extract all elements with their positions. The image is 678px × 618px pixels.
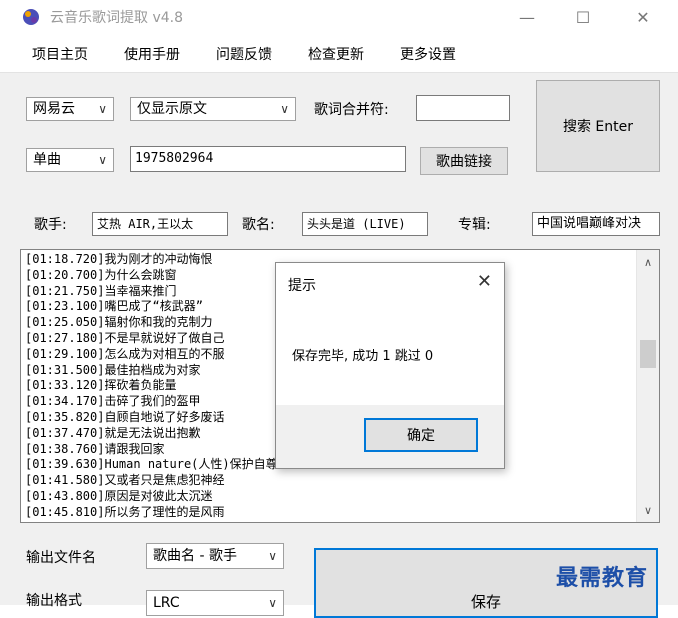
menu-check-update[interactable]: 检查更新 [308,44,364,64]
output-format-value: LRC [153,595,180,611]
maximize-button[interactable]: ☐ [560,0,606,34]
lyric-line: [01:45.810]所以务了理性的是风雨 [25,504,225,519]
save-result-dialog: 提示 ✕ 保存完毕, 成功 1 跳过 0 确定 [275,262,505,469]
lyric-line: [01:21.750]当幸福来推门 [25,283,177,298]
close-icon: ✕ [636,7,650,27]
lyrics-scrollbar[interactable]: ∧ ∨ [636,250,659,522]
app-window: 云音乐歌词提取 v4.8 — ☐ ✕ 项目主页 使用手册 问题反馈 检查更新 更… [0,0,678,618]
dialog-ok-label: 确定 [407,428,435,444]
source-select[interactable]: 网易云 ∨ [26,97,114,121]
lyric-line: [01:31.500]最佳拍档成为对家 [25,362,201,377]
lyric-line: [01:27.180]不是早就说好了做自己 [25,330,225,345]
lyric-line: [01:29.100]怎么成为对相互的不服 [25,346,225,361]
song-name-label: 歌名: [242,217,275,233]
search-button-label: 搜索 Enter [562,119,634,135]
dialog-title: 提示 [288,278,316,294]
app-logo-icon [23,9,39,25]
chevron-down-icon: ∨ [98,102,107,116]
album-label: 专辑: [458,217,491,233]
type-select-value: 单曲 [33,152,61,168]
song-id-input[interactable]: 1975802964 [130,146,406,172]
lyric-line: [01:38.760]请跟我回家 [25,441,165,456]
chevron-down-icon: ∨ [268,596,277,610]
menu-manual[interactable]: 使用手册 [124,44,180,64]
lyric-line: [01:18.720]我为刚才的冲动悔恨 [25,252,213,266]
scroll-down-icon[interactable]: ∨ [637,500,659,520]
dialog-message: 保存完毕, 成功 1 跳过 0 [292,349,434,364]
menu-feedback[interactable]: 问题反馈 [216,44,272,64]
song-link-button-label: 歌曲链接 [436,154,492,170]
lyric-line: [01:33.120]挥砍着负能量 [25,378,177,393]
lyric-line: [01:39.630]Human nature(人性)保护自尊心 [25,457,290,472]
lyrics-lines: [01:18.720]我为刚才的冲动悔恨 [01:20.700]为什么会跳窗 [01… [25,252,290,521]
type-select[interactable]: 单曲 ∨ [26,148,114,172]
chevron-down-icon: ∨ [98,153,107,167]
singer-field[interactable]: 艾热 AIR,王以太 [92,212,228,236]
scroll-up-icon[interactable]: ∧ [637,252,659,272]
lyric-line: [01:41.580]又或者只是焦虑犯神经 [25,473,225,488]
menu-bar: 项目主页 使用手册 问题反馈 检查更新 更多设置 [0,34,678,72]
output-format-select[interactable]: LRC ∨ [146,590,284,616]
watermark-text: 最需教育 [556,565,649,591]
menu-divider [0,72,678,73]
dialog-ok-button[interactable]: 确定 [364,418,478,452]
output-format-label: 输出格式 [26,593,82,609]
dialog-header: 提示 ✕ [276,263,504,305]
merge-separator-label: 歌词合并符: [314,102,389,118]
lyric-line: [01:20.700]为什么会跳窗 [25,267,177,282]
menu-more-settings[interactable]: 更多设置 [400,44,456,64]
source-select-value: 网易云 [33,101,75,117]
display-mode-value: 仅显示原文 [137,101,207,117]
output-filename-value: 歌曲名 - 歌手 [153,548,237,564]
chevron-down-icon: ∨ [268,549,277,563]
album-field[interactable]: 中国说唱巅峰对决 [532,212,660,236]
lyric-line: [01:37.470]就是无法说出抱歉 [25,425,201,440]
song-link-button[interactable]: 歌曲链接 [420,147,508,175]
title-bar: 云音乐歌词提取 v4.8 — ☐ ✕ [0,0,678,34]
merge-separator-input[interactable] [416,95,510,121]
output-filename-label: 输出文件名 [26,550,96,566]
lyric-line: [01:25.050]辐射你和我的克制力 [25,315,213,330]
window-title: 云音乐歌词提取 v4.8 [50,10,183,26]
maximize-icon: ☐ [575,7,591,27]
minimize-button[interactable]: — [504,0,550,34]
save-button-label: 保存 [471,593,502,611]
lyric-line: [01:23.100]嘴巴成了“核武器” [25,299,203,314]
lyric-line: [01:35.820]自顾自地说了好多废话 [25,409,225,424]
menu-home[interactable]: 项目主页 [32,44,88,64]
dialog-body: 保存完毕, 成功 1 跳过 0 [276,305,504,405]
close-window-button[interactable]: ✕ [620,0,666,34]
output-filename-select[interactable]: 歌曲名 - 歌手 ∨ [146,543,284,569]
dialog-close-icon[interactable]: ✕ [477,271,492,292]
song-name-field[interactable]: 头头是道 (LIVE) [302,212,428,236]
chevron-down-icon: ∨ [280,102,289,116]
search-button[interactable]: 搜索 Enter [536,80,660,172]
display-mode-select[interactable]: 仅显示原文 ∨ [130,97,296,121]
lyric-line: [01:43.800]原因是对彼此太沉迷 [25,488,213,503]
minimize-icon: — [519,7,535,27]
scroll-thumb[interactable] [640,340,656,368]
lyric-line: [01:34.170]击碎了我们的盔甲 [25,394,201,409]
singer-label: 歌手: [34,217,67,233]
